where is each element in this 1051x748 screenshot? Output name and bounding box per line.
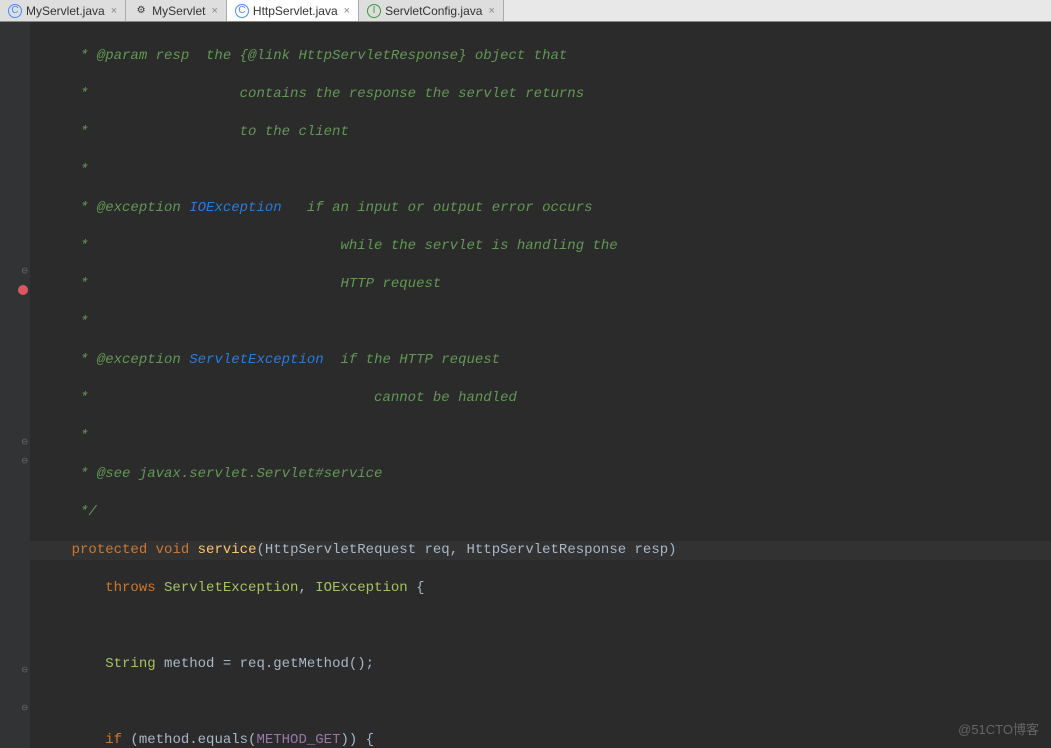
config-icon: ⚙	[134, 4, 148, 18]
tab-myservlet-config[interactable]: ⚙ MyServlet ×	[126, 0, 227, 21]
java-interface-icon: I	[367, 4, 381, 18]
tab-myservlet-java[interactable]: C MyServlet.java ×	[0, 0, 126, 21]
java-class-icon: C	[235, 4, 249, 18]
fold-icon[interactable]: ⊖	[0, 699, 30, 717]
tab-bar: C MyServlet.java × ⚙ MyServlet × C HttpS…	[0, 0, 1051, 22]
fold-icon[interactable]: ⊖	[0, 452, 30, 470]
tab-label: ServletConfig.java	[385, 4, 482, 18]
close-icon[interactable]: ×	[111, 5, 117, 17]
close-icon[interactable]: ×	[344, 5, 350, 17]
tab-httpservlet-java[interactable]: C HttpServlet.java ×	[227, 0, 359, 21]
close-icon[interactable]: ×	[488, 5, 494, 17]
tab-label: MyServlet.java	[26, 4, 105, 18]
fold-icon[interactable]: ⊖	[0, 262, 30, 280]
java-class-icon: C	[8, 4, 22, 18]
tab-label: HttpServlet.java	[253, 4, 338, 18]
watermark: @51CTO博客	[958, 719, 1039, 738]
tab-servletconfig-java[interactable]: I ServletConfig.java ×	[359, 0, 504, 21]
close-icon[interactable]: ×	[211, 5, 217, 17]
tab-label: MyServlet	[152, 4, 205, 18]
fold-icon[interactable]: ⊖	[0, 661, 30, 679]
editor: ⊖ ⊖ ⊖ ⊖ ⊖ * @param resp the {@link HttpS…	[0, 22, 1051, 748]
gutter[interactable]: ⊖ ⊖ ⊖ ⊖ ⊖	[0, 22, 30, 748]
fold-icon[interactable]: ⊖	[0, 433, 30, 451]
code-area[interactable]: * @param resp the {@link HttpServletResp…	[30, 22, 1051, 748]
breakpoint-icon[interactable]	[0, 281, 30, 299]
